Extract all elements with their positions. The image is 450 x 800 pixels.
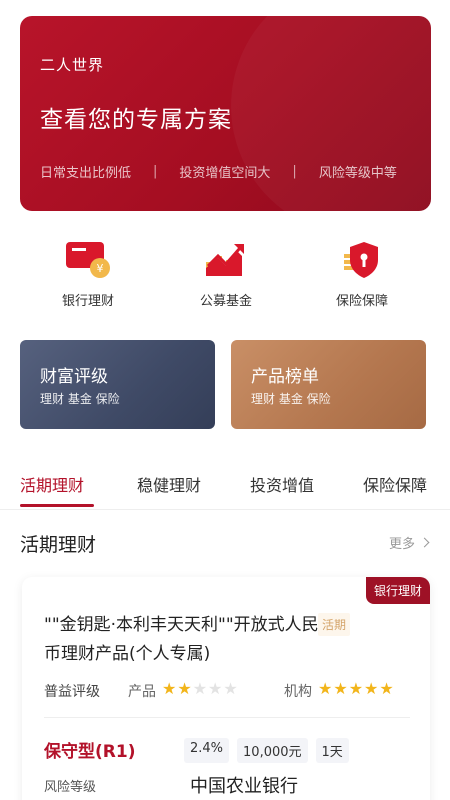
product-type-tag: 活期 [318,613,351,636]
star-icon: ★ [318,679,333,698]
divider [44,717,410,718]
star-icon: ★ [192,679,208,698]
risk-level: 保守型(R1) [44,742,136,762]
star-icon: ★ [333,679,348,698]
card-subtitle: 理财 基金 保险 [40,392,120,406]
product-card[interactable]: 银行理财 ""金钥匙·本利丰天天利""开放式人民币理财产品(个人专属) 活期 普… [22,577,430,800]
product-rating-label: 产品 [128,684,156,700]
svg-text:¥: ¥ [97,262,104,275]
star-icon: ★ [223,679,238,698]
chevron-right-icon [419,537,430,548]
institution-rating-label: 机构 [284,684,312,700]
hero-separator: | [153,164,158,179]
tab-investment-growth[interactable]: 投资增值 [250,472,314,496]
star-icon: ★ [177,679,192,698]
category-label: 银行理财 [61,294,114,309]
tab-current-finance[interactable]: 活期理财 [20,472,84,496]
yield-pill: 2.4% [184,738,230,763]
more-label: 更多 [388,537,415,552]
insurance-shield-icon [338,238,386,282]
product-ranking-card[interactable]: 产品榜单 理财 基金 保险 [231,340,426,429]
card-title: 财富评级 [40,367,108,387]
star-icon: ★ [364,679,379,698]
rating-row: 普益评级 产品 ★★★★★ 机构 ★★★★★ [44,679,410,701]
hero-tag: 二人世界 [40,56,105,74]
category-label: 保险保障 [335,294,388,309]
hero-features: 日常支出比例低 | 投资增值空间大 | 风险等级中等 [40,162,431,181]
hero-feature: 日常支出比例低 [40,166,132,181]
min-amount-pill: 10,000元 [237,738,308,763]
card-subtitle: 理财 基金 保险 [251,392,331,406]
fund-chart-icon [202,238,250,282]
more-link[interactable]: 更多 [388,533,430,552]
star-icon: ★ [162,679,177,698]
rating-label: 普益评级 [44,684,100,700]
star-icon: ★ [208,679,223,698]
product-badge: 银行理财 [365,577,430,604]
product-stars: ★★★★★ [162,679,239,699]
section-title: 活期理财 [20,534,97,556]
hero-feature: 风险等级中等 [318,166,397,181]
product-metrics: 2.4% 10,000元 1天 [184,738,349,763]
hero-separator: | [292,164,297,179]
category-shortcuts: ¥ 银行理财 公募基金 保险保障 [0,232,450,312]
category-public-fund[interactable]: 公募基金 [166,232,286,309]
product-name: ""金钥匙·本利丰天天利""开放式人民币理财产品(个人专属) [44,615,319,664]
category-tabs: 活期理财 稳健理财 投资增值 保险保障 [0,460,450,510]
institution-stars: ★★★★★ [318,679,395,699]
tab-stable-finance[interactable]: 稳健理财 [137,472,201,496]
hero-title: 查看您的专属方案 [40,107,232,133]
category-insurance[interactable]: 保险保障 [302,232,422,309]
wealth-rating-card[interactable]: 财富评级 理财 基金 保险 [20,340,215,429]
active-tab-indicator [20,504,94,507]
tab-insurance[interactable]: 保险保障 [363,472,427,496]
risk-level-label: 风险等级 [44,780,97,795]
star-icon: ★ [348,679,364,698]
category-label: 公募基金 [199,294,252,309]
bank-name: 中国农业银行 [190,776,298,797]
hero-feature: 投资增值空间大 [179,166,271,181]
star-icon: ★ [379,679,394,698]
hero-banner[interactable]: 二人世界 查看您的专属方案 日常支出比例低 | 投资增值空间大 | 风险等级中等 [20,16,431,211]
category-bank-finance[interactable]: ¥ 银行理财 [28,232,148,309]
bank-card-icon: ¥ [64,238,112,282]
term-pill: 1天 [315,738,349,763]
card-title: 产品榜单 [251,367,319,387]
